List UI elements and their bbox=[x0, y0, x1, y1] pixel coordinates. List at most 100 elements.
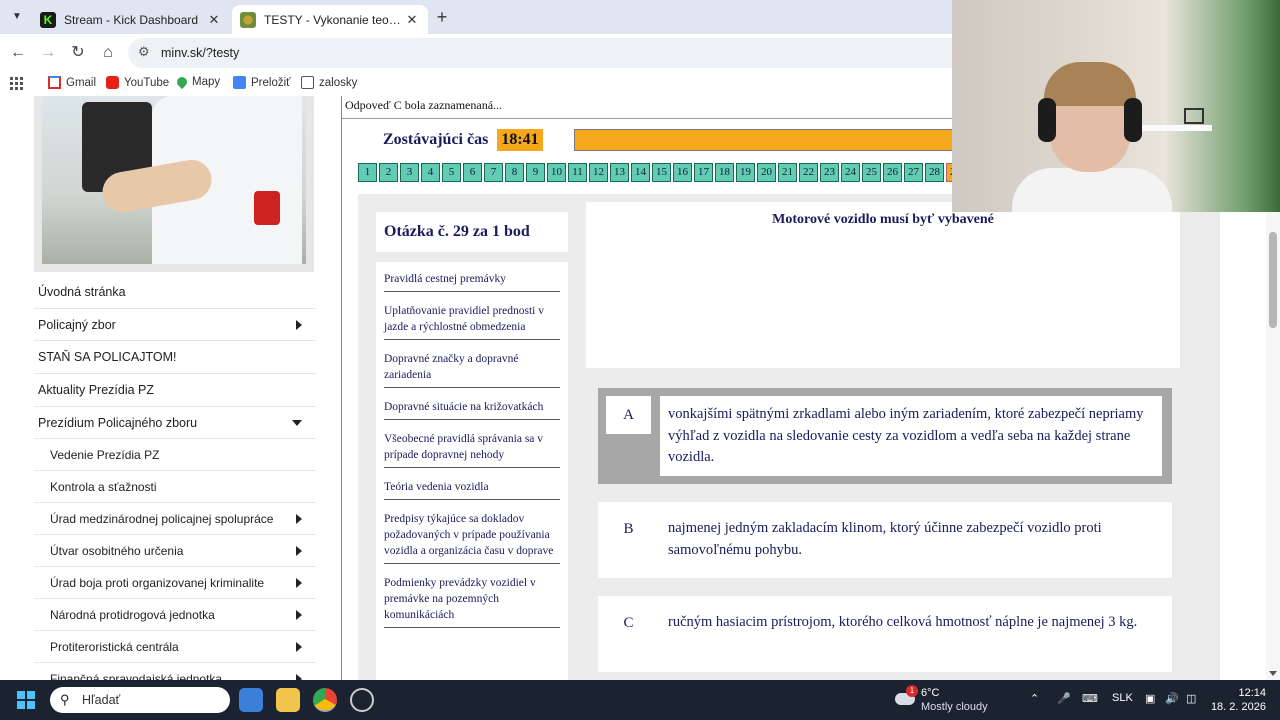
question-number-button[interactable]: 4 bbox=[421, 163, 440, 182]
scrollbar-thumb[interactable] bbox=[1269, 232, 1277, 328]
caret-right-icon[interactable] bbox=[296, 545, 302, 556]
temperature: 6°C bbox=[921, 687, 940, 699]
caret-right-icon[interactable] bbox=[296, 319, 302, 330]
caret-right-icon[interactable] bbox=[296, 641, 302, 652]
close-tab-icon[interactable]: ✕ bbox=[404, 12, 420, 28]
bookmark-label: YouTube bbox=[124, 76, 170, 89]
file-explorer-icon[interactable] bbox=[276, 688, 300, 712]
question-number-button[interactable]: 12 bbox=[589, 163, 608, 182]
chrome-app-icon[interactable] bbox=[313, 688, 337, 712]
volume-icon[interactable]: 🔊 bbox=[1165, 692, 1179, 705]
sidebar-subitem-financna[interactable]: Finančná spravodajská jednotka bbox=[34, 663, 316, 680]
tab-testy[interactable]: TESTY - Vykonanie teoretickej s ✕ bbox=[232, 5, 428, 34]
question-number-button[interactable]: 23 bbox=[820, 163, 839, 182]
tab-search-chevron-icon[interactable]: ▼ bbox=[6, 7, 28, 27]
sidebar-subitem-kontrola[interactable]: Kontrola a sťažnosti bbox=[34, 471, 316, 504]
sidebar-item-policajny-zbor[interactable]: Policajný zbor bbox=[34, 309, 316, 342]
question-title: Otázka č. 29 za 1 bod bbox=[376, 212, 568, 252]
sidebar-item-prezidium[interactable]: Prezídium Policajného zboru bbox=[34, 407, 316, 440]
sidebar-item-label: Vedenie Prezídia PZ bbox=[50, 447, 160, 462]
answer-option-c[interactable]: C ručným hasiacim prístrojom, ktorého ce… bbox=[598, 596, 1172, 672]
clock-date: 18. 2. 2026 bbox=[1210, 701, 1266, 713]
question-number-button[interactable]: 14 bbox=[631, 163, 650, 182]
question-number-button[interactable]: 25 bbox=[862, 163, 881, 182]
caret-right-icon[interactable] bbox=[296, 513, 302, 524]
bookmark-gmail[interactable]: Gmail bbox=[48, 76, 96, 89]
question-number-button[interactable]: 27 bbox=[904, 163, 923, 182]
question-number-button[interactable]: 22 bbox=[799, 163, 818, 182]
question-number-button[interactable]: 7 bbox=[484, 163, 503, 182]
question-number-button[interactable]: 5 bbox=[442, 163, 461, 182]
question-number-button[interactable]: 3 bbox=[400, 163, 419, 182]
sidebar-subitem-protiteroristicka[interactable]: Protiteroristická centrála bbox=[34, 631, 316, 664]
sidebar-item-uvodna-stranka[interactable]: Úvodná stránka bbox=[34, 276, 316, 309]
question-number-button[interactable]: 11 bbox=[568, 163, 587, 182]
answer-letter: B bbox=[606, 510, 651, 548]
question-number-button[interactable]: 10 bbox=[547, 163, 566, 182]
windows-start-icon[interactable] bbox=[17, 691, 35, 709]
question-number-button[interactable]: 13 bbox=[610, 163, 629, 182]
category-item: Uplatňovanie pravidiel prednosti v jazde… bbox=[384, 297, 560, 340]
back-arrow-icon[interactable]: ← bbox=[7, 42, 29, 64]
question-number-button[interactable]: 16 bbox=[673, 163, 692, 182]
question-number-button[interactable]: 18 bbox=[715, 163, 734, 182]
sidebar-item-aktuality[interactable]: Aktuality Prezídia PZ bbox=[34, 374, 316, 407]
chevron-up-icon[interactable]: ⌃ bbox=[1030, 692, 1039, 705]
system-clock[interactable]: 12:14 18. 2. 2026 bbox=[1210, 686, 1266, 714]
bookmark-youtube[interactable]: YouTube bbox=[106, 76, 169, 89]
sidebar-item-stan-sa-policajtom[interactable]: STAŇ SA POLICAJTOM! bbox=[34, 341, 316, 375]
home-icon[interactable]: ⌂ bbox=[97, 42, 119, 64]
answer-option-a[interactable]: A vonkajšími spätnými zrkadlami alebo in… bbox=[598, 388, 1172, 484]
language-indicator[interactable]: SLK bbox=[1112, 692, 1133, 704]
bookmark-label: zalosky bbox=[319, 76, 358, 89]
kick-favicon-icon: K bbox=[40, 11, 56, 28]
question-number-button[interactable]: 20 bbox=[757, 163, 776, 182]
close-tab-icon[interactable]: ✕ bbox=[206, 12, 222, 28]
sidebar-subitem-urad-medzinarodnej[interactable]: Úrad medzinárodnej policajnej spolupráce bbox=[34, 503, 316, 536]
search-icon: ⚲ bbox=[60, 692, 70, 707]
question-number-button[interactable]: 19 bbox=[736, 163, 755, 182]
question-number-button[interactable]: 1 bbox=[358, 163, 377, 182]
question-number-button[interactable]: 2 bbox=[379, 163, 398, 182]
caret-right-icon[interactable] bbox=[296, 609, 302, 620]
category-item: Pravidlá cestnej premávky bbox=[384, 265, 560, 292]
forward-arrow-icon[interactable]: → bbox=[37, 42, 59, 64]
tab-kick-dashboard[interactable]: K Stream - Kick Dashboard ✕ bbox=[32, 5, 230, 34]
keyboard-icon[interactable]: ⌨ bbox=[1082, 692, 1098, 705]
caret-right-icon[interactable] bbox=[296, 577, 302, 588]
category-item: Predpisy týkajúce sa dokladov požadovaný… bbox=[384, 505, 560, 564]
question-number-button[interactable]: 28 bbox=[925, 163, 944, 182]
question-number-button[interactable]: 6 bbox=[463, 163, 482, 182]
question-number-button[interactable]: 17 bbox=[694, 163, 713, 182]
sidebar-subitem-urad-boja[interactable]: Úrad boja proti organizovanej kriminalit… bbox=[34, 567, 316, 600]
sidebar-subitem-protidrogova[interactable]: Národná protidrogová jednotka bbox=[34, 599, 316, 632]
reload-icon[interactable]: ↻ bbox=[67, 42, 89, 64]
sidebar-item-label: Policajný zbor bbox=[38, 317, 116, 332]
obs-app-icon[interactable] bbox=[350, 688, 374, 712]
caret-down-icon[interactable] bbox=[292, 419, 302, 426]
bookmark-folder-zalosky[interactable]: zalosky bbox=[301, 76, 357, 89]
microphone-icon[interactable]: 🎤 bbox=[1057, 692, 1071, 705]
sidebar-subitem-utvar-osobitneho[interactable]: Útvar osobitného určenia bbox=[34, 535, 316, 568]
apps-grid-icon[interactable] bbox=[10, 77, 23, 90]
new-tab-icon[interactable]: + bbox=[432, 7, 452, 27]
taskbar-search[interactable]: ⚲ Hľadať bbox=[50, 687, 230, 713]
scroll-down-arrow-icon[interactable] bbox=[1269, 671, 1277, 676]
weather-widget[interactable]: 1 6°C Mostly cloudy bbox=[893, 685, 1003, 715]
bookmark-mapy[interactable]: Mapy bbox=[174, 74, 221, 90]
question-number-button[interactable]: 8 bbox=[505, 163, 524, 182]
question-number-button[interactable]: 21 bbox=[778, 163, 797, 182]
bookmark-label: Mapy bbox=[192, 76, 221, 88]
site-info-icon[interactable]: ⚙ bbox=[138, 44, 150, 60]
question-number-button[interactable]: 26 bbox=[883, 163, 902, 182]
bookmark-prelozit[interactable]: Preložiť bbox=[233, 76, 290, 89]
network-icon[interactable]: ▣ bbox=[1145, 692, 1155, 705]
battery-icon[interactable]: ◫ bbox=[1186, 692, 1196, 705]
question-number-button[interactable]: 9 bbox=[526, 163, 545, 182]
minv-favicon-icon bbox=[240, 11, 256, 28]
question-number-button[interactable]: 15 bbox=[652, 163, 671, 182]
answer-option-b[interactable]: B najmenej jedným zakladacím klinom, kto… bbox=[598, 502, 1172, 578]
store-app-icon[interactable] bbox=[239, 688, 263, 712]
question-number-button[interactable]: 24 bbox=[841, 163, 860, 182]
sidebar-subitem-vedenie[interactable]: Vedenie Prezídia PZ bbox=[34, 439, 316, 472]
